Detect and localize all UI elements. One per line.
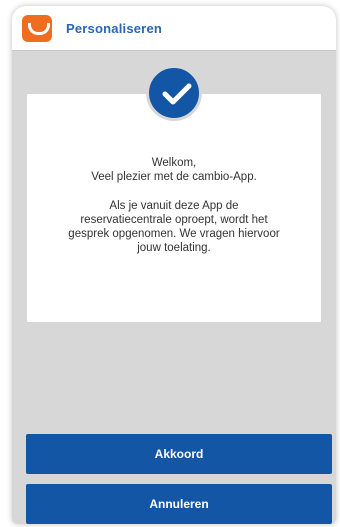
- consent-line: reservatiecentrale oproept, wordt het: [80, 214, 268, 226]
- app-header: Personaliseren: [12, 6, 336, 51]
- app-screen: Personaliseren Welkom, Veel plezier met …: [12, 6, 336, 524]
- welcome-message-card: Welkom, Veel plezier met de cambio-App. …: [27, 94, 321, 322]
- checkmark-circle-icon: [146, 65, 202, 121]
- cancel-button[interactable]: Annuleren: [26, 484, 332, 524]
- welcome-intro: Veel plezier met de cambio-App.: [91, 171, 257, 183]
- consent-line: Als je vanuit deze App de: [109, 200, 239, 212]
- consent-line: jouw toelating.: [137, 242, 211, 254]
- consent-line: gesprek opgenomen. We vragen hiervoor: [68, 228, 280, 240]
- checkmark-icon: [162, 83, 192, 105]
- welcome-greeting: Welkom,: [151, 157, 197, 169]
- accept-button[interactable]: Akkoord: [26, 434, 332, 474]
- welcome-greeting-block: Welkom, Veel plezier met de cambio-App.: [39, 156, 309, 184]
- consent-text-block: Als je vanuit deze App de reservatiecent…: [39, 199, 309, 255]
- page-title: Personaliseren: [66, 20, 163, 36]
- cambio-logo-icon: [22, 14, 52, 42]
